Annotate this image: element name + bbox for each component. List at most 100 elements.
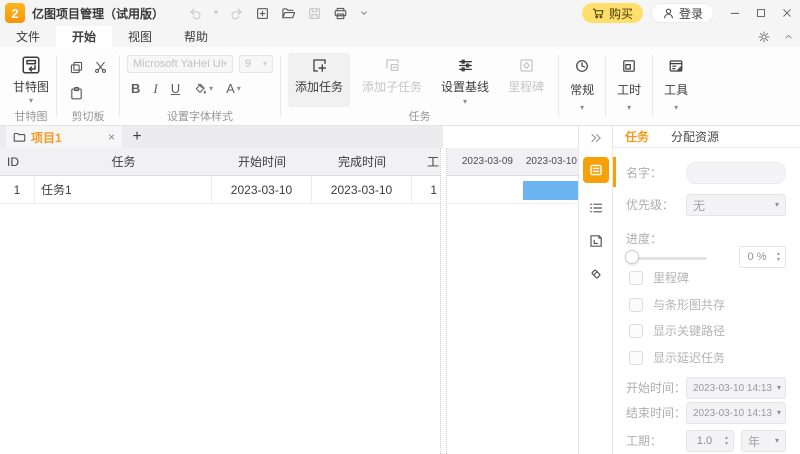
set-baseline-button[interactable]: 设置基线 ▾ xyxy=(434,53,496,107)
new-tab-button[interactable]: + xyxy=(127,126,147,148)
gantt-task-bar[interactable] xyxy=(523,181,582,200)
duration-spinner[interactable]: 1.0 ▴ ▾ xyxy=(686,430,734,452)
close-button[interactable] xyxy=(774,0,800,26)
underline-button[interactable]: U xyxy=(171,82,180,96)
priority-label: 优先级： xyxy=(626,198,675,212)
chevron-down-icon xyxy=(361,11,367,15)
menu-help[interactable]: 帮助 xyxy=(168,26,224,47)
milestone-checkbox[interactable] xyxy=(629,271,643,285)
progress-slider-track[interactable] xyxy=(629,257,707,260)
coexist-checkbox-label: 与条形图共存 xyxy=(653,298,726,312)
sidebar-tabs: 任务 分配资源 xyxy=(613,126,800,148)
cell-duration[interactable]: 1 xyxy=(412,176,440,203)
worktime-icon xyxy=(623,60,635,72)
bold-button[interactable]: B xyxy=(131,82,140,96)
menu-home[interactable]: 开始 xyxy=(56,26,113,47)
window-controls xyxy=(722,0,800,26)
note-page-icon xyxy=(589,235,602,247)
start-time-select[interactable]: 2023-03-10 14:13 ▾ xyxy=(686,377,786,399)
cell-start[interactable]: 2023-03-10 xyxy=(212,176,312,203)
spinner-arrows[interactable]: ▴ ▾ xyxy=(722,435,733,447)
column-header-duration: 工 xyxy=(426,155,439,169)
progress-value: 0 % xyxy=(747,251,767,263)
paste-button[interactable] xyxy=(69,86,84,101)
copy-button[interactable] xyxy=(69,60,84,75)
worktime-label: 工时 xyxy=(617,83,642,97)
priority-select[interactable]: 无 ▾ xyxy=(686,194,786,216)
milestone-label: 里程碑 xyxy=(508,80,545,94)
print-button[interactable] xyxy=(333,6,348,21)
coexist-checkbox[interactable] xyxy=(629,298,643,312)
task-group-caption: 任务 xyxy=(408,111,431,123)
collapse-ribbon-button[interactable] xyxy=(783,31,794,42)
chevron-down-icon: ▾ xyxy=(776,408,781,417)
form-panel-icon xyxy=(589,164,602,176)
tab-close-button[interactable]: × xyxy=(108,130,115,144)
new-file-button[interactable] xyxy=(255,6,270,21)
close-icon xyxy=(783,9,791,17)
delayed-tasks-checkbox[interactable] xyxy=(629,351,643,365)
panel-note-button[interactable] xyxy=(588,233,604,249)
login-button[interactable]: 登录 xyxy=(650,3,714,23)
chevron-down-icon: ▾ xyxy=(236,84,241,93)
copy-icon xyxy=(70,61,82,73)
gantt-view-button[interactable]: 甘特图 ▾ xyxy=(13,51,49,105)
add-subtask-button[interactable]: 添加子任务 xyxy=(355,53,429,107)
duration-unit-select[interactable]: 年 ▾ xyxy=(741,430,786,452)
end-time-row: 结束时间： 2023-03-10 14:13 ▾ xyxy=(613,402,800,424)
open-file-button[interactable] xyxy=(281,6,296,21)
milestone-button[interactable]: 里程碑 xyxy=(501,53,551,107)
settings-button[interactable] xyxy=(757,30,771,44)
fill-color-button[interactable]: ▾ xyxy=(193,82,213,96)
chevron-down-icon: ▾ xyxy=(209,84,214,93)
cell-task[interactable]: 任务1 xyxy=(35,176,212,203)
cell-id[interactable]: 1 xyxy=(0,176,35,203)
font-family-select[interactable]: Microsoft YaHei UI ▾ xyxy=(127,55,234,73)
minimize-button[interactable] xyxy=(722,0,748,26)
spinner-arrows[interactable]: ▴ ▾ xyxy=(774,250,785,263)
table-row[interactable]: 1 任务1 2023-03-10 2023-03-10 1 xyxy=(0,176,440,204)
panel-task-properties-button[interactable] xyxy=(582,157,609,183)
panel-outline-button[interactable] xyxy=(588,200,604,216)
font-group-caption: 设置字体样式 xyxy=(167,111,234,123)
add-task-button[interactable]: 添加任务 xyxy=(288,53,351,107)
critical-path-checkbox[interactable] xyxy=(629,324,643,338)
save-button[interactable] xyxy=(307,6,322,21)
redo-button[interactable] xyxy=(229,6,244,21)
tools-button[interactable]: 工具 ▾ xyxy=(653,51,699,125)
spin-up-icon: ▴ xyxy=(776,250,780,257)
table-gantt-splitter[interactable] xyxy=(440,148,447,454)
progress-slider-handle[interactable] xyxy=(625,250,639,264)
end-time-value: 2023-03-10 14:13 xyxy=(693,407,772,419)
redo-icon xyxy=(231,8,242,19)
name-input[interactable] xyxy=(686,162,786,184)
italic-button[interactable]: I xyxy=(153,82,157,96)
duration-row: 工期： 1.0 ▴ ▾ 年 ▾ xyxy=(613,430,800,452)
panel-eraser-button[interactable] xyxy=(588,266,604,282)
end-time-select[interactable]: 2023-03-10 14:13 ▾ xyxy=(686,402,786,424)
project-folder-icon xyxy=(13,132,26,142)
column-header-id: ID xyxy=(7,154,19,169)
font-color-button[interactable]: A ▾ xyxy=(226,82,241,96)
paint-bucket-icon xyxy=(195,83,207,94)
font-size-select[interactable]: 9 ▾ xyxy=(239,55,274,73)
buy-button[interactable]: 购买 xyxy=(581,3,643,23)
cell-finish[interactable]: 2023-03-10 xyxy=(312,176,412,203)
general-button[interactable]: 常规 ▾ xyxy=(559,51,605,125)
chevron-down-icon: ▾ xyxy=(463,97,468,106)
progress-spinner[interactable]: 0 % ▴ ▾ xyxy=(739,246,786,268)
menu-file[interactable]: 文件 xyxy=(0,26,56,47)
undo-dropdown[interactable]: ▾ xyxy=(214,9,218,17)
worktime-button[interactable]: 工时 ▾ xyxy=(606,51,652,125)
gantt-date: 2023-03-10 xyxy=(525,156,577,167)
duration-label: 工期： xyxy=(626,434,663,448)
sidebar-tab-resource[interactable]: 分配资源 xyxy=(671,128,719,145)
cut-button[interactable] xyxy=(93,60,108,75)
undo-button[interactable] xyxy=(188,6,203,21)
document-tab-project1[interactable]: 项目1 × xyxy=(6,126,122,148)
menu-view[interactable]: 视图 xyxy=(112,26,168,47)
toolbar-more-dropdown[interactable] xyxy=(359,8,369,18)
maximize-button[interactable] xyxy=(748,0,774,26)
expand-panel-button[interactable] xyxy=(589,131,603,145)
sidebar-tab-task[interactable]: 任务 xyxy=(625,128,649,145)
